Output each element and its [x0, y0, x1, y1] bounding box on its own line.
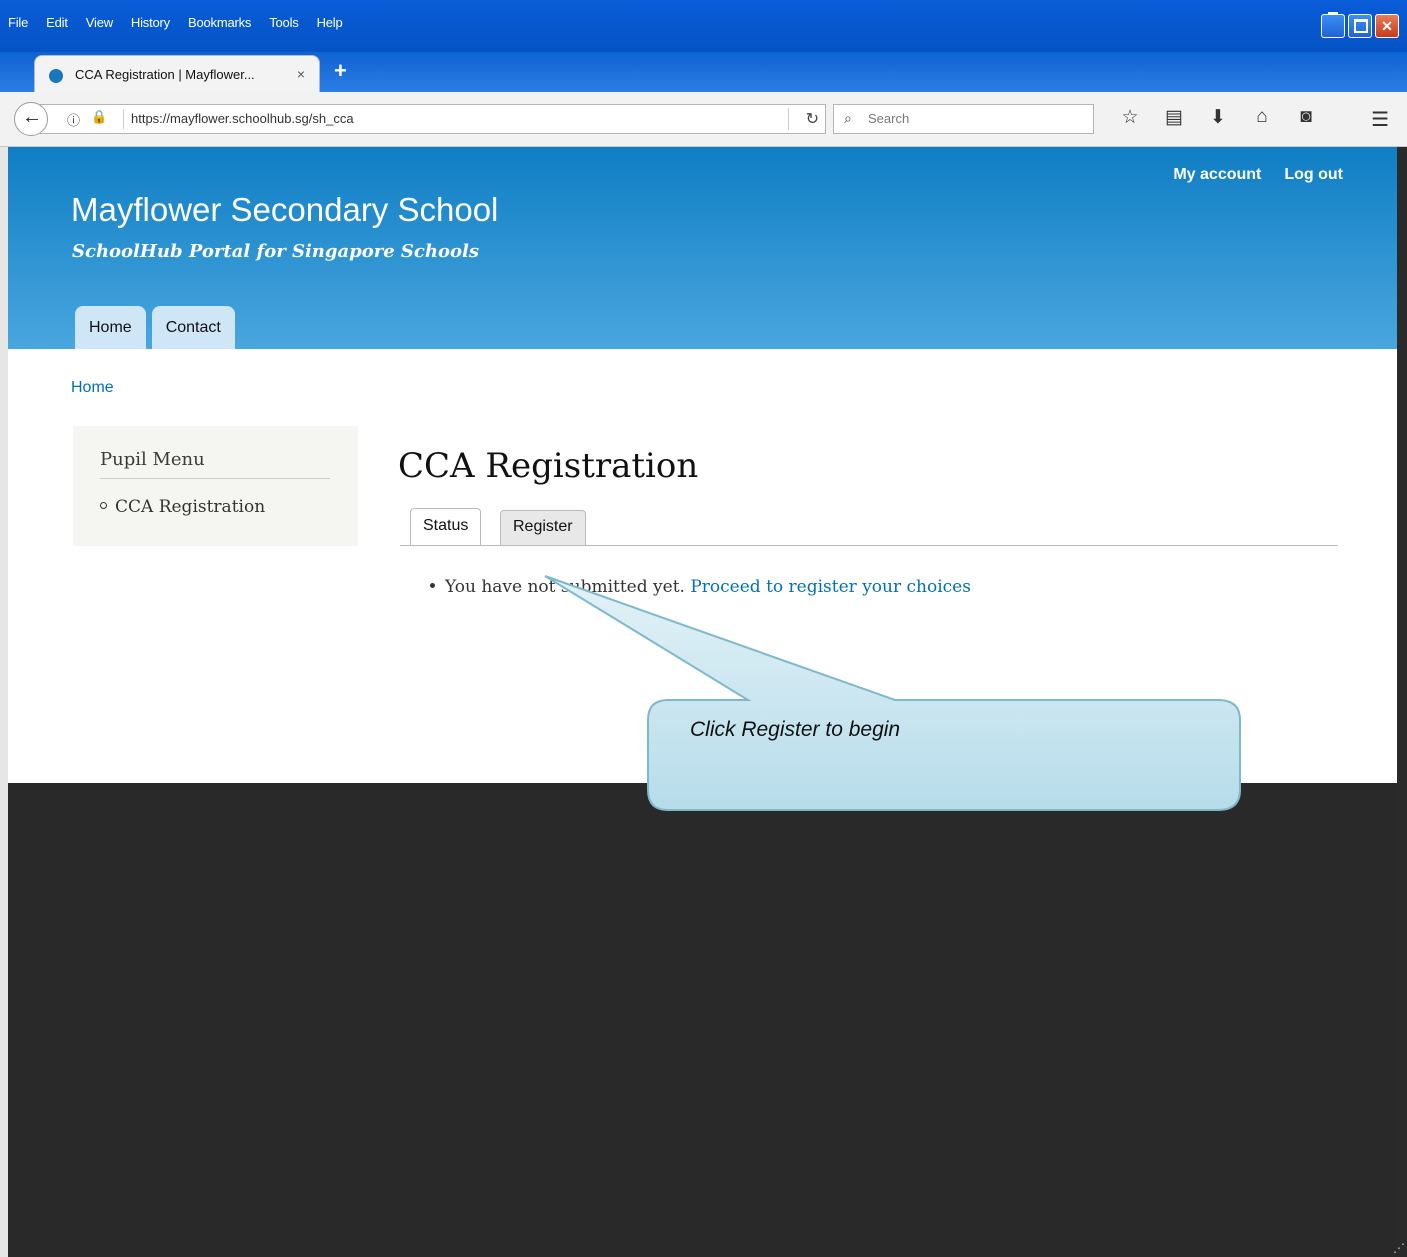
close-window-button[interactable]: ✕: [1375, 14, 1399, 38]
pupil-menu-title: Pupil Menu: [100, 449, 330, 479]
menu-bar: File Edit View History Bookmarks Tools H…: [4, 15, 352, 37]
register-choices-link[interactable]: Proceed to register your choices: [690, 577, 971, 597]
back-arrow-icon: ←: [22, 106, 42, 128]
callout-text: Click Register to begin: [690, 718, 901, 741]
menu-bookmarks[interactable]: Bookmarks: [179, 15, 260, 37]
toolbar-icons: ☆ ▤ ⬇ ⌂ ◙: [1108, 106, 1328, 129]
url-text[interactable]: https://mayflower.schoolhub.sg/sh_cca: [131, 111, 354, 126]
back-button[interactable]: ←: [14, 102, 48, 136]
hamburger-menu-icon[interactable]: ☰: [1371, 107, 1389, 132]
minimize-button[interactable]: [1321, 12, 1345, 38]
content-tabs: Status Register: [400, 506, 1338, 546]
web-page: My account Log out Mayflower Secondary S…: [0, 147, 1397, 1257]
site-name[interactable]: Mayflower Secondary School: [71, 191, 498, 229]
main-menu-home[interactable]: Home: [75, 306, 146, 349]
secondary-menu: My account Log out: [1173, 166, 1343, 184]
reading-list-icon[interactable]: ▤: [1152, 106, 1196, 129]
main-menu: Home Contact: [75, 306, 235, 349]
status-text: You have not submitted yet.: [445, 577, 685, 597]
breadcrumb[interactable]: Home: [71, 379, 114, 397]
log-out-link[interactable]: Log out: [1284, 166, 1343, 184]
tab-close-icon[interactable]: ×: [297, 66, 305, 82]
main-menu-contact[interactable]: Contact: [151, 306, 235, 349]
search-bar[interactable]: ⌕ Search: [833, 104, 1094, 134]
browser-tab[interactable]: CCA Registration | Mayflower... ×: [34, 55, 320, 92]
browser-window: File Edit View History Bookmarks Tools H…: [0, 0, 1407, 1257]
url-bar[interactable]: ⓘ 🔒 https://mayflower.schoolhub.sg/sh_cc…: [40, 104, 826, 134]
tab-register[interactable]: Register: [500, 510, 586, 545]
window-controls: ✕: [1321, 12, 1399, 38]
reload-separator: [788, 108, 789, 130]
tab-strip: CCA Registration | Mayflower... × +: [0, 52, 1407, 92]
navigation-bar: ⓘ 🔒 https://mayflower.schoolhub.sg/sh_cc…: [0, 92, 1407, 147]
tab-status[interactable]: Status: [410, 508, 482, 545]
new-tab-button[interactable]: +: [334, 58, 347, 84]
menu-help[interactable]: Help: [308, 15, 352, 37]
my-account-link[interactable]: My account: [1173, 166, 1261, 184]
menu-tools[interactable]: Tools: [260, 15, 307, 37]
bullet-icon: [430, 583, 435, 588]
site-header: My account Log out Mayflower Secondary S…: [8, 147, 1397, 349]
pupil-menu-block: Pupil Menu CCA Registration: [73, 426, 358, 546]
site-slogan: SchoolHub Portal for Singapore Schools: [72, 241, 479, 262]
search-placeholder: Search: [868, 111, 910, 126]
menu-history[interactable]: History: [122, 15, 179, 37]
pocket-icon[interactable]: ◙: [1284, 106, 1328, 129]
browser-tab-title: CCA Registration | Mayflower...: [75, 67, 255, 82]
menu-file[interactable]: File: [4, 15, 37, 37]
bullet-icon: [100, 502, 107, 509]
lock-icon: 🔒: [91, 109, 108, 124]
home-icon[interactable]: ⌂: [1240, 106, 1284, 129]
info-icon[interactable]: ⓘ: [67, 110, 80, 129]
menu-edit[interactable]: Edit: [37, 15, 77, 37]
reload-icon[interactable]: ↻: [806, 109, 819, 129]
status-message: You have not submitted yet. Proceed to r…: [430, 577, 971, 597]
page-title: CCA Registration: [398, 446, 699, 486]
bookmark-star-icon[interactable]: ☆: [1108, 106, 1152, 129]
download-icon[interactable]: ⬇: [1196, 106, 1240, 129]
page-footer: [8, 783, 1397, 1257]
close-icon: ✕: [1381, 18, 1393, 34]
maximize-button[interactable]: [1348, 14, 1372, 38]
drupal-favicon-icon: [49, 69, 63, 83]
sidebar-item-label: CCA Registration: [115, 497, 266, 517]
menu-view[interactable]: View: [77, 15, 122, 37]
search-icon: ⌕: [844, 110, 852, 126]
title-bar: File Edit View History Bookmarks Tools H…: [0, 0, 1407, 52]
sidebar-item-cca-registration[interactable]: CCA Registration: [100, 497, 265, 517]
resize-grip-icon[interactable]: ⋰: [1393, 1241, 1405, 1255]
url-separator: [123, 109, 124, 129]
